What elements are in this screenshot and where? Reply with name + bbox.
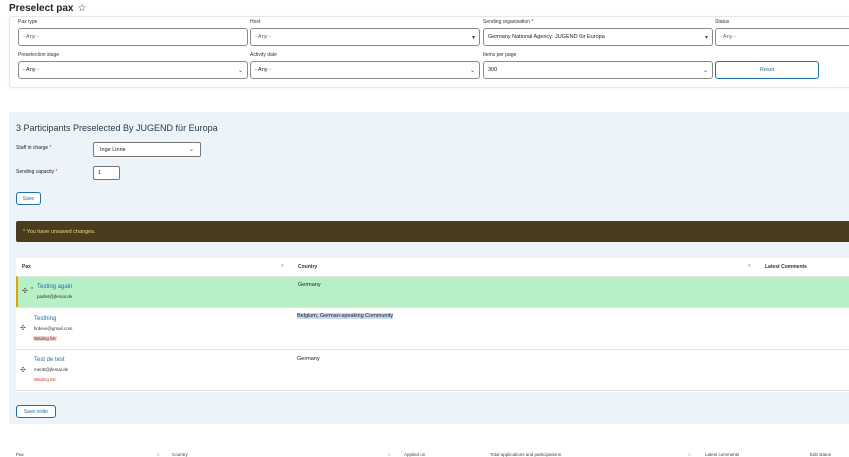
staff-label-text: Staff in charge: [16, 145, 49, 151]
save-order-button[interactable]: Save order: [16, 405, 56, 418]
table-row[interactable]: ✣ Test de test mentt@jfemal.de Waiting l…: [16, 349, 849, 391]
staff-in-charge-select[interactable]: Inge Linne ⌄: [93, 142, 201, 157]
required-mark: *: [49, 145, 52, 151]
chevron-down-icon: ⌄: [469, 67, 475, 74]
drag-handle-icon[interactable]: ✣: [22, 287, 28, 295]
pax-email: padlet@jfemal.de: [37, 294, 73, 299]
pax-name-link[interactable]: Test de test: [34, 357, 65, 363]
sending-capacity-label: Sending capacity *: [16, 169, 57, 175]
changed-marker: *: [31, 287, 33, 293]
status-input[interactable]: - Any -: [715, 28, 849, 46]
header-latest-comments[interactable]: Latest Comments: [765, 264, 807, 270]
pax-type-value: - Any -: [23, 34, 39, 40]
items-per-page-value: 300: [488, 67, 498, 73]
chevron-down-icon: ⌄: [237, 67, 243, 74]
unsaved-changes-warning: * You have unsaved changes.: [16, 221, 849, 242]
activity-date-label: Activity date: [250, 52, 277, 58]
sending-capacity-input[interactable]: 1: [93, 166, 120, 180]
drag-handle-icon[interactable]: ✣: [20, 324, 26, 332]
chevron-down-icon: ⌄: [702, 67, 708, 74]
capacity-label-text: Sending capacity: [16, 169, 55, 175]
pax-type-input[interactable]: - Any -: [18, 28, 248, 46]
items-per-page-label: Items per page: [483, 52, 517, 58]
sort-icon[interactable]: ≡: [281, 263, 284, 269]
status-value: - Any -: [720, 34, 736, 40]
header-pax[interactable]: Pax: [22, 264, 31, 270]
sending-org-value: Germany National Agency: JUGEND für Euro…: [488, 34, 605, 40]
country-cell: Germany: [297, 356, 320, 362]
panel-title: 3 Participants Preselected By JUGEND für…: [16, 123, 218, 133]
status-badge: Waiting list: [34, 377, 56, 382]
country-cell: Belgium, German-speaking Community: [297, 313, 393, 319]
host-select[interactable]: - Any - ▾: [250, 28, 480, 46]
pax-email: firdevs@gmail.com: [34, 326, 73, 331]
preselection-stage-value: - Any -: [23, 67, 39, 73]
activity-date-select[interactable]: - Any - ⌄: [250, 61, 480, 79]
host-label: Host: [250, 19, 261, 25]
bottom-table-header: Pax ≡ Country ≡ Applied on Total applica…: [0, 446, 849, 457]
sort-icon[interactable]: ≡: [748, 263, 751, 269]
sending-org-label-text: Sending organisation: [483, 19, 530, 25]
table-row[interactable]: ✣ Testhing firdevs@gmail.com Waiting lis…: [16, 307, 849, 349]
chevron-down-icon: ▾: [471, 34, 475, 41]
save-button[interactable]: Save: [16, 192, 41, 205]
pax-type-label: Pax type: [18, 19, 38, 25]
page-title: Preselect pax ☆: [9, 3, 86, 14]
country-cell: Germany: [298, 282, 321, 288]
chevron-down-icon: ⌄: [188, 147, 194, 153]
preselection-stage-label: Preselection stage: [18, 52, 60, 58]
reset-button[interactable]: Reset: [715, 61, 819, 79]
page-title-text: Preselect pax: [9, 3, 74, 14]
sending-org-label: Sending organisation *: [483, 19, 533, 25]
chevron-down-icon: ▾: [704, 34, 708, 41]
preselection-stage-select[interactable]: - Any - ⌄: [18, 61, 248, 79]
header-country[interactable]: Country: [298, 264, 317, 270]
host-value: - Any -: [255, 34, 271, 40]
pax-name-link[interactable]: Testhing: [34, 316, 56, 322]
drag-handle-icon[interactable]: ✣: [20, 366, 26, 374]
staff-in-charge-label: Staff in charge *: [16, 145, 52, 151]
required-mark: *: [531, 19, 534, 25]
status-label: Status: [715, 19, 730, 25]
required-mark: *: [55, 169, 58, 175]
staff-value: Inge Linne: [100, 146, 126, 153]
pax-email: mentt@jfemal.de: [34, 367, 69, 372]
pax-name-link[interactable]: Testing again: [37, 284, 72, 290]
activity-date-value: - Any -: [255, 67, 271, 73]
table-row[interactable]: ✣ * Testing again padlet@jfemal.de Germa…: [16, 276, 849, 307]
items-per-page-select[interactable]: 300 ⌄: [483, 61, 713, 79]
sending-org-select[interactable]: Germany National Agency: JUGEND für Euro…: [483, 28, 713, 46]
status-badge: Waiting list: [33, 336, 57, 341]
star-outline-icon[interactable]: ☆: [78, 3, 87, 14]
participants-table: Pax ≡ Country ≡ Latest Comments ✣ * Test…: [16, 258, 849, 392]
